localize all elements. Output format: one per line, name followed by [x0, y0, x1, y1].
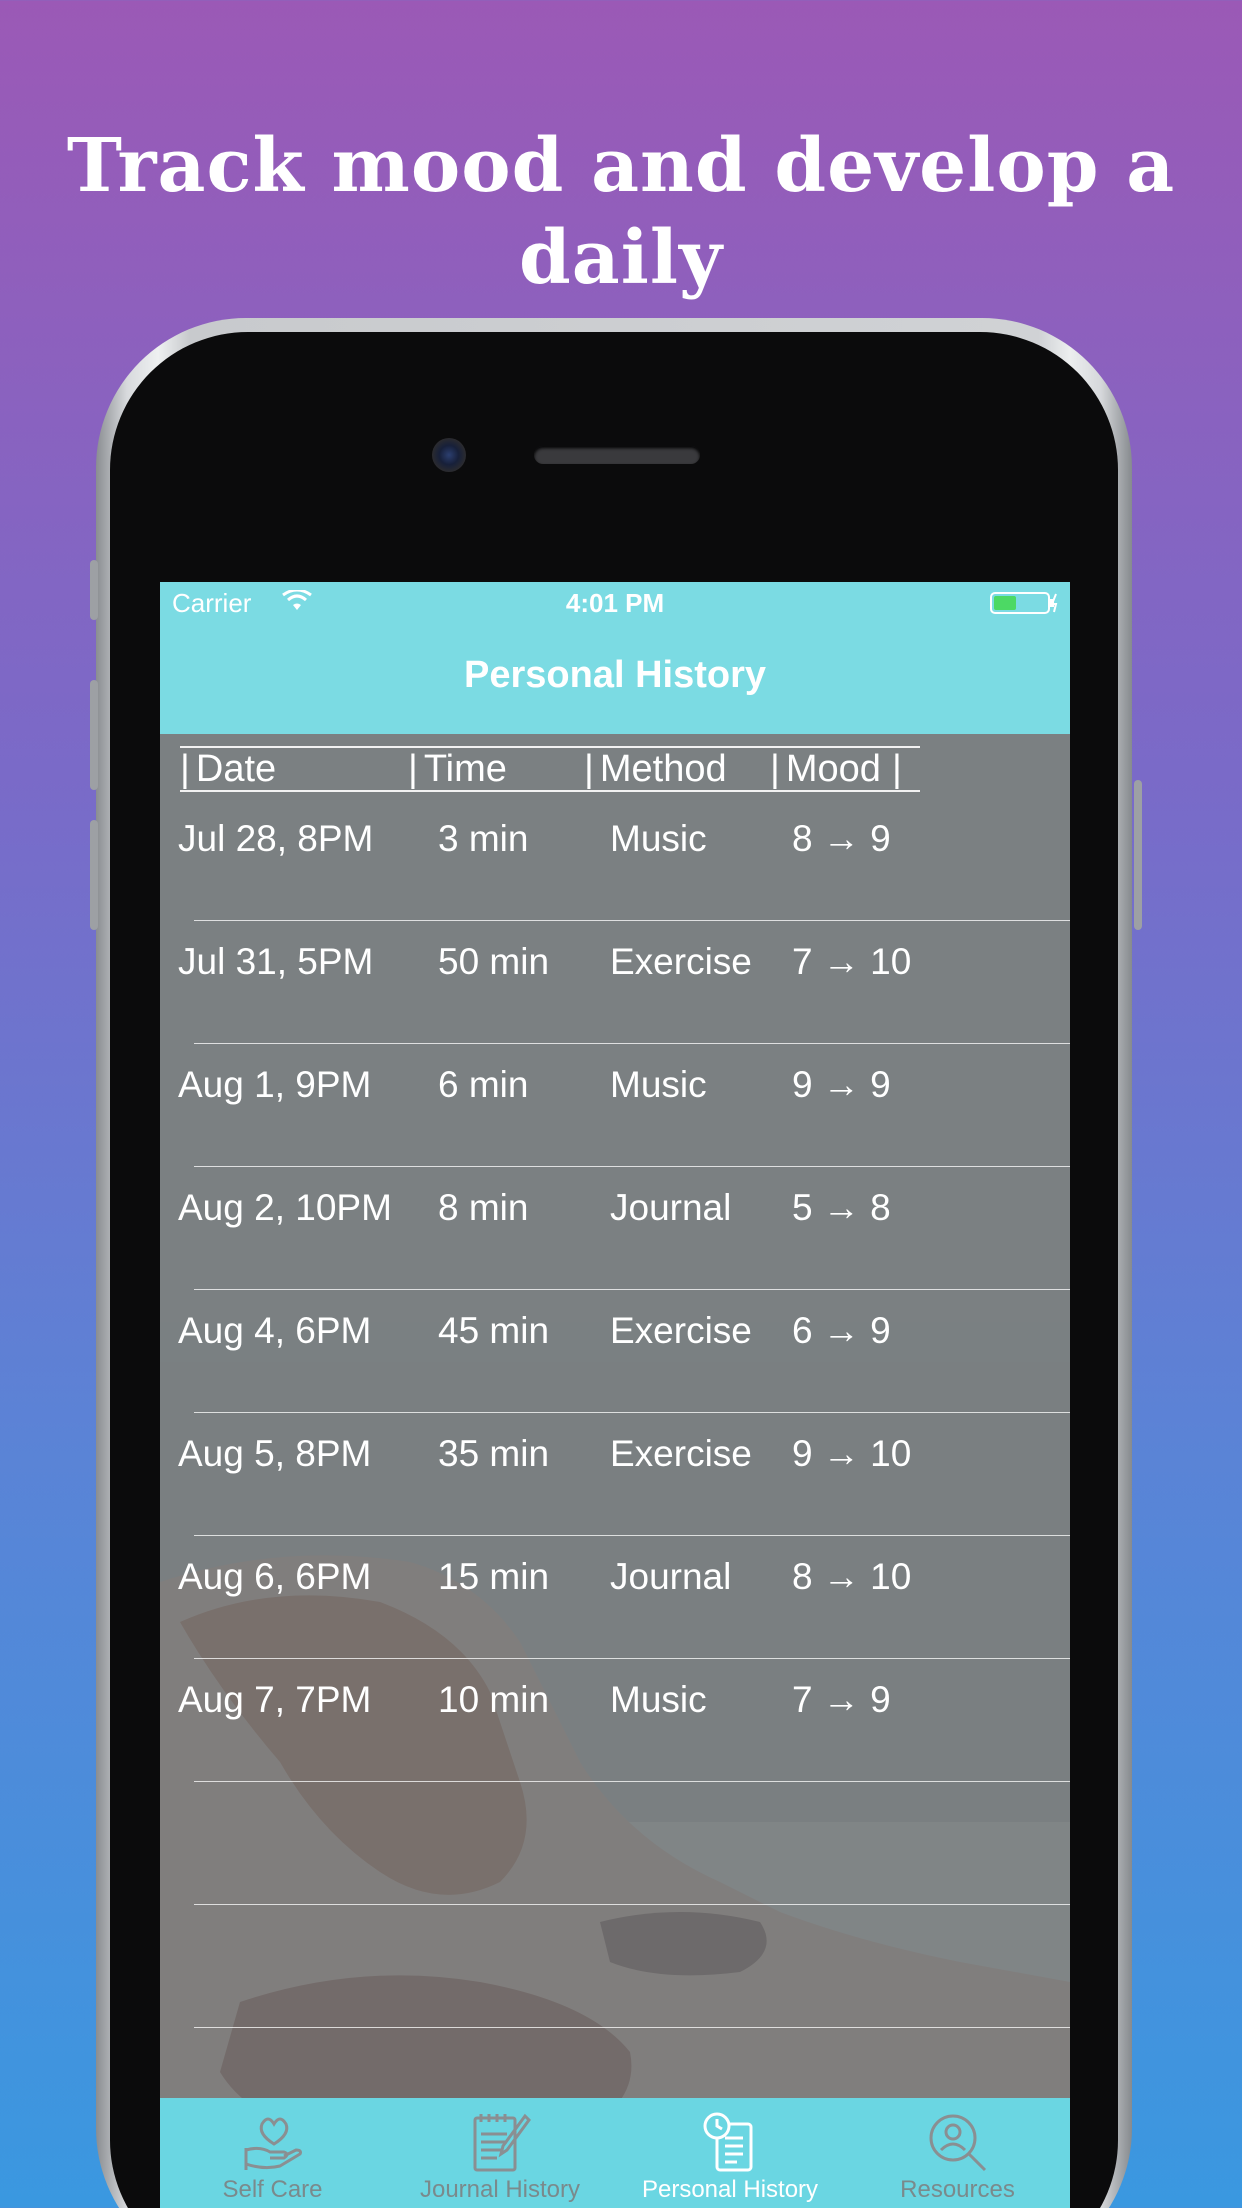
cell-time: 45 min: [438, 1310, 550, 1351]
cell-time: 15 min: [438, 1556, 550, 1597]
cell-mood: 8 → 10: [792, 1556, 912, 1597]
person-search-icon: [929, 2114, 986, 2172]
earpiece-speaker: [534, 446, 700, 464]
volume-up-button: [90, 680, 98, 790]
header-method: Method: [584, 748, 727, 790]
cell-date: Aug 2, 10PM: [178, 1187, 392, 1228]
cell-time: 50 min: [438, 941, 550, 982]
tab-label-resources: Resources: [900, 2176, 1015, 2203]
cell-date: Aug 5, 8PM: [178, 1433, 372, 1474]
tab-label-self-care: Self Care: [222, 2176, 323, 2203]
row-separator: [194, 1658, 1070, 1659]
cell-method: Music: [610, 1679, 707, 1720]
table-row[interactable]: Aug 7, 7PM 10 min Music 7 → 9: [160, 1657, 1070, 1780]
cell-date: Jul 31, 5PM: [178, 941, 374, 982]
table-row[interactable]: Aug 6, 6PM 15 min Journal 8 → 10: [160, 1534, 1070, 1657]
app-screen: Carrier 4:01 PM Personal History Date Ti…: [160, 582, 1070, 2208]
cell-time: 35 min: [438, 1433, 550, 1474]
cell-date: Aug 7, 7PM: [178, 1679, 372, 1720]
navigation-bar: Carrier 4:01 PM Personal History: [160, 582, 1070, 734]
cell-mood: 9 → 10: [792, 1433, 912, 1474]
cell-mood: 8 → 9: [792, 818, 891, 859]
tab-bar: Self Care Journal History Personal Histo…: [160, 2098, 1070, 2208]
cell-time: 6 min: [438, 1064, 529, 1105]
header-time: Time: [408, 748, 507, 790]
tab-journal-history[interactable]: Journal History: [385, 2098, 615, 2208]
table-header: Date Time Method Mood |: [180, 746, 920, 792]
notebook-pencil-icon: [473, 2113, 531, 2172]
cell-mood: 7 → 9: [792, 1679, 891, 1720]
header-end-divider: |: [892, 748, 902, 790]
header-date: Date: [180, 748, 276, 790]
cell-date: Aug 1, 9PM: [178, 1064, 372, 1105]
cell-date: Jul 28, 8PM: [178, 818, 374, 859]
cell-method: Journal: [610, 1556, 732, 1597]
table-row[interactable]: Aug 5, 8PM 35 min Exercise 9 → 10: [160, 1411, 1070, 1534]
battery-icon: [990, 592, 1058, 614]
cell-time: 10 min: [438, 1679, 550, 1720]
tab-personal-history[interactable]: Personal History: [615, 2098, 845, 2208]
cell-method: Music: [610, 1064, 707, 1105]
tab-label-personal-history: Personal History: [641, 2176, 819, 2203]
cell-time: 3 min: [438, 818, 529, 859]
headline-line-1: Track mood and develop a daily: [66, 123, 1176, 301]
status-bar: Carrier 4:01 PM: [160, 582, 1070, 624]
power-button: [1134, 780, 1142, 930]
cell-mood: 7 → 10: [792, 941, 912, 982]
row-separator: [194, 1412, 1070, 1413]
row-separator: [194, 1166, 1070, 1167]
cell-mood: 6 → 9: [792, 1310, 891, 1351]
tab-label-journal-history: Journal History: [419, 2176, 581, 2203]
volume-down-button: [90, 820, 98, 930]
row-separator: [194, 1904, 1070, 1905]
cell-mood: 9 → 9: [792, 1064, 891, 1105]
tab-self-care[interactable]: Self Care: [160, 2098, 385, 2208]
cell-method: Exercise: [610, 941, 752, 982]
cell-method: Journal: [610, 1187, 732, 1228]
row-separator: [194, 1289, 1070, 1290]
cell-date: Aug 4, 6PM: [178, 1310, 372, 1351]
clock-document-icon: [703, 2112, 753, 2172]
row-separator: [194, 1043, 1070, 1044]
row-separator: [194, 1781, 1070, 1782]
table-row[interactable]: Aug 2, 10PM 8 min Journal 5 → 8: [160, 1165, 1070, 1288]
cell-time: 8 min: [438, 1187, 529, 1228]
cell-date: Aug 6, 6PM: [178, 1556, 372, 1597]
page-title: Personal History: [464, 654, 766, 696]
table-row[interactable]: Jul 31, 5PM 50 min Exercise 7 → 10: [160, 919, 1070, 1042]
status-time: 4:01 PM: [565, 588, 665, 618]
row-separator: [194, 2027, 1070, 2028]
cell-mood: 5 → 8: [792, 1187, 891, 1228]
cell-method: Exercise: [610, 1310, 752, 1351]
hand-heart-icon: [244, 2117, 302, 2170]
tab-resources[interactable]: Resources: [845, 2098, 1070, 2208]
row-separator: [194, 920, 1070, 921]
front-camera: [432, 438, 466, 472]
row-separator: [194, 1535, 1070, 1536]
table-row[interactable]: Aug 1, 9PM 6 min Music 9 → 9: [160, 1042, 1070, 1165]
header-mood: Mood: [770, 748, 881, 790]
mute-switch: [90, 560, 98, 620]
cell-method: Music: [610, 818, 707, 859]
table-row[interactable]: Jul 28, 8PM 3 min Music 8 → 9: [160, 796, 1070, 919]
table-row[interactable]: Aug 4, 6PM 45 min Exercise 6 → 9: [160, 1288, 1070, 1411]
cell-method: Exercise: [610, 1433, 752, 1474]
